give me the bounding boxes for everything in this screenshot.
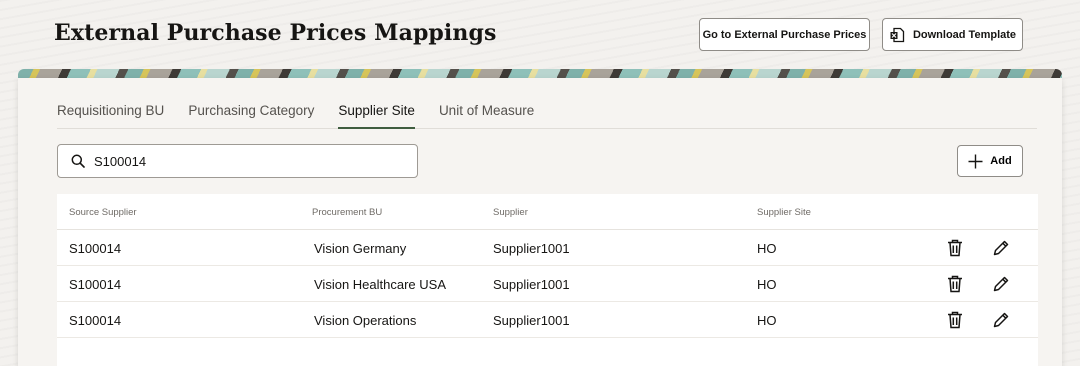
trash-icon[interactable] bbox=[945, 274, 965, 294]
pencil-icon[interactable] bbox=[991, 274, 1011, 294]
search-input[interactable] bbox=[94, 153, 394, 169]
cell-procurement-bu: Vision Germany bbox=[314, 241, 407, 256]
table-row: S100014 Vision Operations Supplier1001 H… bbox=[57, 302, 1038, 338]
column-header-procurement-bu: Procurement BU bbox=[312, 207, 383, 218]
cell-source-supplier: S100014 bbox=[69, 277, 122, 292]
trash-icon[interactable] bbox=[945, 310, 965, 330]
cell-procurement-bu: Vision Operations bbox=[314, 313, 417, 328]
trash-icon[interactable] bbox=[945, 238, 965, 258]
add-button[interactable]: Add bbox=[957, 145, 1023, 177]
spreadsheet-download-icon bbox=[889, 27, 905, 43]
cell-procurement-bu: Vision Healthcare USA bbox=[314, 277, 446, 292]
page-header: External Purchase Prices Mappings Go to … bbox=[0, 0, 1080, 70]
cell-supplier-site: HO bbox=[757, 313, 777, 328]
search-icon bbox=[71, 154, 85, 168]
cell-supplier-site: HO bbox=[757, 277, 777, 292]
cell-supplier: Supplier1001 bbox=[493, 313, 570, 328]
column-header-supplier: Supplier bbox=[493, 207, 528, 218]
add-button-label: Add bbox=[990, 155, 1012, 167]
pencil-icon[interactable] bbox=[991, 238, 1011, 258]
page-title: External Purchase Prices Mappings bbox=[54, 20, 497, 46]
download-template-button[interactable]: Download Template bbox=[882, 18, 1023, 51]
cell-source-supplier: S100014 bbox=[69, 241, 122, 256]
cell-source-supplier: S100014 bbox=[69, 313, 122, 328]
tab-supplier-site[interactable]: Supplier Site bbox=[338, 98, 415, 129]
tab-requisitioning-bu[interactable]: Requisitioning BU bbox=[57, 98, 164, 129]
cell-supplier: Supplier1001 bbox=[493, 241, 570, 256]
search-box bbox=[57, 144, 418, 178]
table-header: Source Supplier Procurement BU Supplier … bbox=[57, 194, 1038, 230]
go-to-button-label: Go to External Purchase Prices bbox=[702, 28, 867, 41]
tab-unit-of-measure[interactable]: Unit of Measure bbox=[439, 98, 534, 129]
tab-bar: Requisitioning BU Purchasing Category Su… bbox=[57, 98, 1037, 129]
cell-supplier-site: HO bbox=[757, 241, 777, 256]
pencil-icon[interactable] bbox=[991, 310, 1011, 330]
column-header-source-supplier: Source Supplier bbox=[69, 207, 137, 218]
tab-purchasing-category[interactable]: Purchasing Category bbox=[188, 98, 314, 129]
column-header-supplier-site: Supplier Site bbox=[757, 207, 811, 218]
plus-icon bbox=[968, 154, 983, 168]
table-row: S100014 Vision Healthcare USA Supplier10… bbox=[57, 266, 1038, 302]
mappings-table: Source Supplier Procurement BU Supplier … bbox=[57, 194, 1038, 366]
go-to-external-purchase-prices-button[interactable]: Go to External Purchase Prices bbox=[699, 18, 870, 51]
table-row: S100014 Vision Germany Supplier1001 HO bbox=[57, 230, 1038, 266]
download-button-label: Download Template bbox=[912, 28, 1017, 41]
cell-supplier: Supplier1001 bbox=[493, 277, 570, 292]
